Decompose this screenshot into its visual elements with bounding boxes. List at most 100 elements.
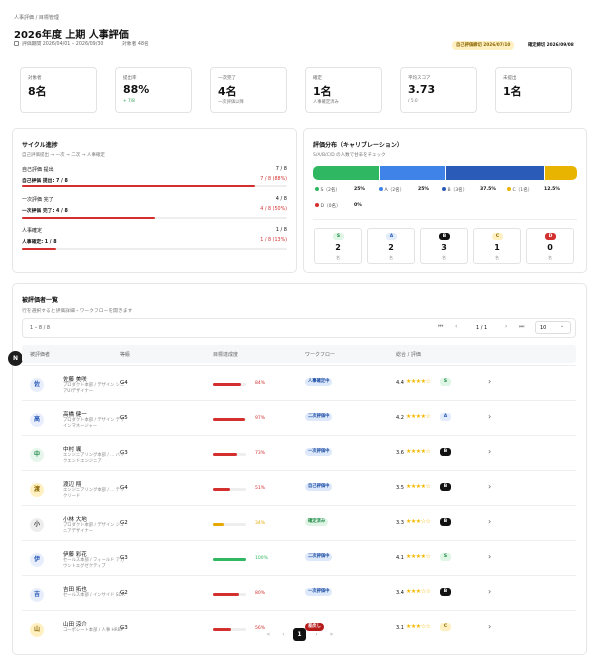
achievement-bar-fill <box>213 453 238 456</box>
first-page-icon[interactable]: ⏮ <box>438 323 443 331</box>
pagination-next-icon[interactable]: › <box>310 628 323 641</box>
col-workflow: ワークフロー <box>305 352 336 358</box>
grade-badge: B <box>439 233 450 240</box>
cycle-bar-fill <box>22 248 57 250</box>
workflow-status-badge: 人事確定中 <box>305 378 333 386</box>
achievement-percent: 51% <box>255 486 266 491</box>
chevron-right-icon[interactable]: › <box>488 377 491 386</box>
achievement-bar-fill <box>213 558 246 561</box>
rating-badge: A <box>440 413 451 421</box>
cycle-progress-card: サイクル進捗 自己評価提出 → 一次 → 二次 → 人事確定 自己評価 提出 7… <box>12 128 297 273</box>
achievement-bar <box>213 523 246 526</box>
overall-score: 4.2 <box>396 415 404 421</box>
rating-badge: C <box>440 623 451 631</box>
achievement-bar <box>213 488 246 491</box>
stat-average-score: 平均スコア 3.73 / 5.0 <box>400 67 477 113</box>
legend-dot <box>442 187 446 191</box>
breadcrumb[interactable]: 人事評価 / 目標管理 <box>14 14 59 21</box>
chevron-right-icon[interactable]: › <box>488 412 491 421</box>
avatar: 高 <box>30 413 44 427</box>
grade-level: G2 <box>120 520 128 526</box>
achievement-bar <box>213 453 246 456</box>
chevron-right-icon[interactable]: › <box>488 622 491 631</box>
legend-d-pct: 0% <box>354 203 362 208</box>
evaluatee-name: 吉田 拓也 <box>63 587 87 593</box>
cycle-bar-fill <box>22 185 256 187</box>
legend-dot <box>507 187 511 191</box>
table-row[interactable]: 高 高橋 健一 プロダクト本部 / デザイン デザインマネージャー G5 97% 二次評価… <box>22 400 576 435</box>
grade-unit: 名 <box>548 255 552 260</box>
stat-not-submitted: 未提出 1名 <box>495 67 572 113</box>
floating-n-badge[interactable]: N <box>8 351 23 366</box>
grade-level: G3 <box>120 625 128 631</box>
grade-unit: 名 <box>495 255 499 260</box>
achievement-bar <box>213 558 246 561</box>
table-row[interactable]: 中 中村 颯エンジニアリング本部 / ... バックエンドエンジニア G3 73% 一次… <box>22 435 576 470</box>
chevron-right-icon[interactable]: › <box>488 482 491 491</box>
workflow-status-badge: 二次評価中 <box>305 413 333 421</box>
prev-page-icon[interactable]: ‹ <box>455 323 457 330</box>
stat-sub: 一次評価以降 <box>218 100 244 105</box>
pagination-last-icon[interactable]: » <box>325 628 338 641</box>
rating-badge: B <box>440 518 451 526</box>
cycle-title: サイクル進捗 <box>22 142 58 149</box>
legend-b: B（3名） <box>442 187 467 193</box>
rating-stars: ★★★★☆ <box>406 553 431 560</box>
avatar: 渡 <box>30 483 44 497</box>
stat-value: 3.73 <box>408 83 436 96</box>
calendar-icon <box>14 41 19 46</box>
rating-badge: B <box>440 448 451 456</box>
grade-unit: 名 <box>389 255 393 260</box>
achievement-bar <box>213 593 246 596</box>
grade-box-s: S 2 名 <box>314 228 362 264</box>
overall-score: 4.1 <box>396 555 404 561</box>
rating-stars: ★★★★☆ <box>406 483 431 490</box>
pagination-first-icon[interactable]: « <box>262 628 275 641</box>
avatar: 吉 <box>30 588 44 602</box>
chevron-down-icon: ⌄ <box>560 323 565 329</box>
chevron-right-icon[interactable]: › <box>488 517 491 526</box>
achievement-bar-fill <box>213 523 225 526</box>
distribution-segment <box>445 166 544 180</box>
legend-b-pct: 37.5% <box>480 187 496 192</box>
avatar: 佐 <box>30 378 44 392</box>
chevron-right-icon[interactable]: › <box>488 552 491 561</box>
grade-count: 2 <box>388 243 394 252</box>
pagination-prev-icon[interactable]: ‹ <box>277 628 290 641</box>
chevron-right-icon[interactable]: › <box>488 447 491 456</box>
chevron-right-icon[interactable]: › <box>488 587 491 596</box>
table-row[interactable]: 渡 渡辺 翔エンジニアリング本部 / ... テックリード G4 51% 自己評価中 3.… <box>22 470 576 505</box>
distribution-segment <box>379 166 445 180</box>
achievement-percent: 97% <box>255 416 266 421</box>
grade-level: G5 <box>120 415 128 421</box>
rating-stars: ★★★★☆ <box>406 378 431 385</box>
pagination-current[interactable]: 1 <box>293 628 306 641</box>
workflow-status-badge: 確定済み <box>305 518 329 526</box>
list-subtitle: 行を選択すると評価詳細・ワークフローを開きます <box>22 309 133 314</box>
avatar: 伊 <box>30 553 44 567</box>
stat-label: 対象者 <box>28 76 42 81</box>
workflow-status-badge: 一次評価中 <box>305 588 333 596</box>
table-row[interactable]: 吉 吉田 拓也 セールス本部 / インサイド SDR G2 80% 一次評価中 3.4 ★★★… <box>22 575 576 610</box>
table-row[interactable]: 伊 伊藤 彩花 セールス本部 / フィールド アカウントエグゼクティブ G3 100% 二… <box>22 540 576 575</box>
grade-box-a: A 2 名 <box>367 228 415 264</box>
cycle-bar-label-self: 自己評価 提出: 7 / 8 <box>22 179 68 184</box>
evaluatee-department: プロダクト本部 / デザイン デザインマネージャー <box>63 418 125 429</box>
cycle-pct-final: 1 / 8 (13%) <box>260 238 287 243</box>
achievement-percent: 34% <box>255 521 266 526</box>
stat-label: 平均スコア <box>408 76 431 81</box>
grade-badge: C <box>492 233 503 240</box>
table-row[interactable]: 小 小林 大地 プロダクト本部 / デザイン ジュニアデザイナー G2 34% 確定済み 3… <box>22 505 576 540</box>
rating-badge: S <box>440 553 451 561</box>
evaluatee-name: 中村 颯 <box>63 447 82 453</box>
table-row[interactable]: 佐 佐藤 美咲 プロダクト本部 / デザイン シニアUIデザイナー G4 84% 人事確定… <box>22 365 576 400</box>
stat-first-complete: 一次完了 4名 一次評価以降 <box>210 67 287 113</box>
stat-finalized: 確定 1名 人事確定済み <box>305 67 382 113</box>
overall-score: 3.1 <box>396 625 404 631</box>
avatar: 中 <box>30 448 44 462</box>
last-page-icon[interactable]: ⏭ <box>519 323 524 331</box>
legend-dot <box>315 187 319 191</box>
legend-a-pct: 25% <box>418 187 429 192</box>
evaluatee-name: 小林 大地 <box>63 517 87 523</box>
next-page-icon[interactable]: › <box>505 323 507 330</box>
